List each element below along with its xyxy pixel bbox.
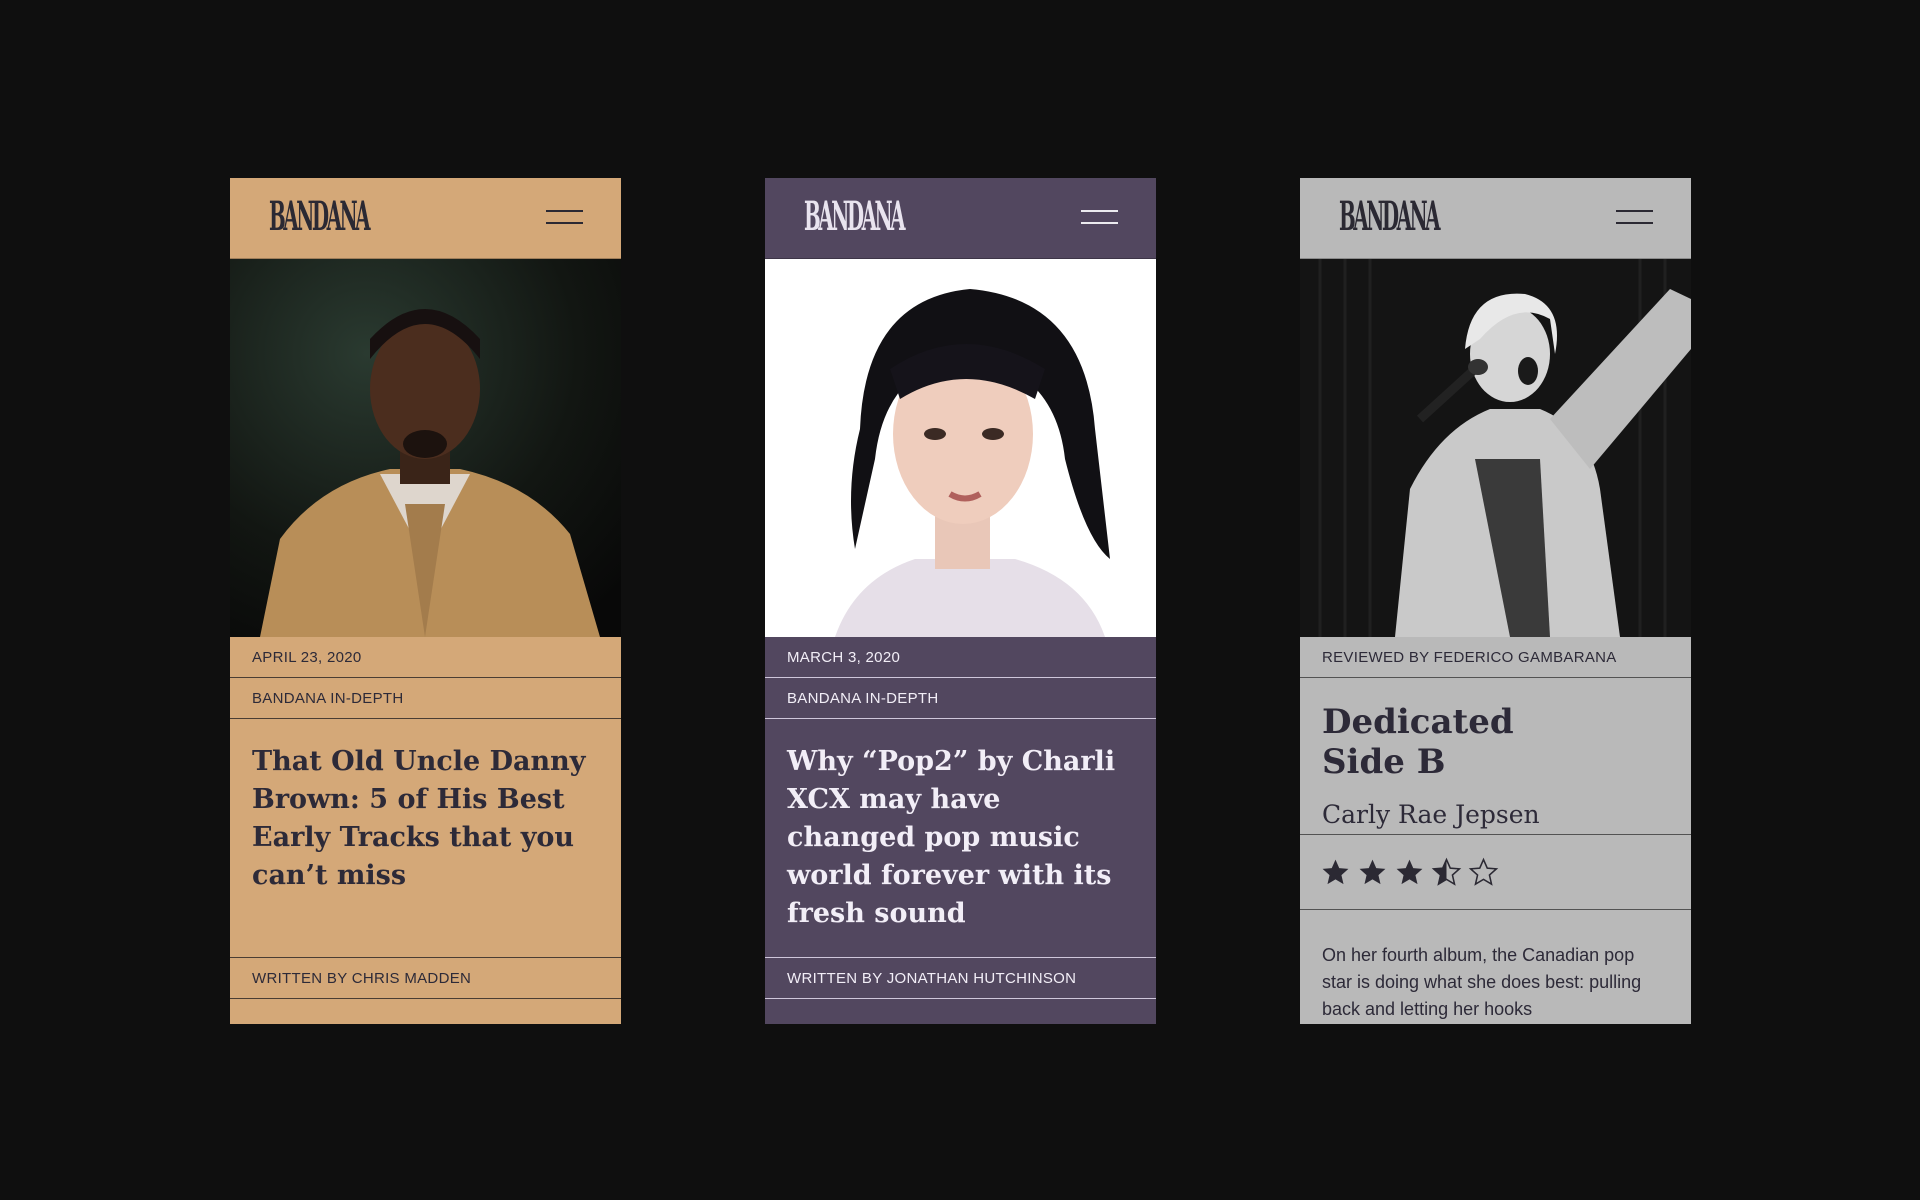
card-header: BANDANA bbox=[1300, 178, 1691, 259]
album-title-line-2: Side B bbox=[1322, 742, 1446, 782]
article-byline: WRITTEN BY JONATHAN HUTCHINSON bbox=[765, 958, 1156, 999]
card-header: BANDANA bbox=[765, 178, 1156, 259]
reviewer-byline: REVIEWED BY FEDERICO GAMBARANA bbox=[1300, 637, 1691, 678]
bandana-logo[interactable]: BANDANA bbox=[269, 196, 371, 236]
menu-icon[interactable] bbox=[546, 210, 583, 224]
star-rating bbox=[1300, 835, 1691, 910]
star-icon bbox=[1359, 859, 1386, 884]
review-photo bbox=[1300, 259, 1691, 637]
article-date: MARCH 3, 2020 bbox=[765, 637, 1156, 678]
star-icon bbox=[1396, 859, 1423, 884]
article-card-charli-xcx[interactable]: BANDANA MARCH 3, 2020 BANDANA IN-DEPTH W… bbox=[765, 178, 1156, 1024]
album-title[interactable]: Dedicated Side B bbox=[1322, 702, 1669, 782]
card-header: BANDANA bbox=[230, 178, 621, 259]
menu-icon[interactable] bbox=[1081, 210, 1118, 224]
article-byline: WRITTEN BY CHRIS MADDEN bbox=[230, 958, 621, 999]
article-headline[interactable]: That Old Uncle Danny Brown: 5 of His Bes… bbox=[230, 719, 621, 958]
section-link[interactable]: BANDANA IN-DEPTH bbox=[765, 678, 1156, 719]
review-excerpt: On her fourth album, the Canadian pop st… bbox=[1322, 945, 1642, 1019]
artist-name[interactable]: Carly Rae Jepsen bbox=[1322, 800, 1669, 829]
review-card-carly-rae-jepsen[interactable]: BANDANA REVIEWED BY FEDERICO GAMBARANA D… bbox=[1300, 178, 1691, 1024]
article-headline[interactable]: Why “Pop2” by Charli XCX may have change… bbox=[765, 719, 1156, 958]
bandana-logo[interactable]: BANDANA bbox=[1339, 196, 1441, 236]
article-photo bbox=[765, 259, 1156, 637]
article-photo bbox=[230, 259, 621, 637]
album-header: Dedicated Side B Carly Rae Jepsen bbox=[1300, 678, 1691, 835]
star-outline-icon bbox=[1468, 857, 1499, 886]
article-date: APRIL 23, 2020 bbox=[230, 637, 621, 678]
bandana-logo[interactable]: BANDANA bbox=[804, 196, 906, 236]
album-title-line-1: Dedicated bbox=[1322, 702, 1514, 742]
section-link[interactable]: BANDANA IN-DEPTH bbox=[230, 678, 621, 719]
star-half-icon bbox=[1431, 857, 1462, 886]
menu-icon[interactable] bbox=[1616, 210, 1653, 224]
article-card-danny-brown[interactable]: BANDANA APRIL 23, 2020 BANDANA IN-DEPTH … bbox=[230, 178, 621, 1024]
star-icon bbox=[1322, 859, 1349, 884]
